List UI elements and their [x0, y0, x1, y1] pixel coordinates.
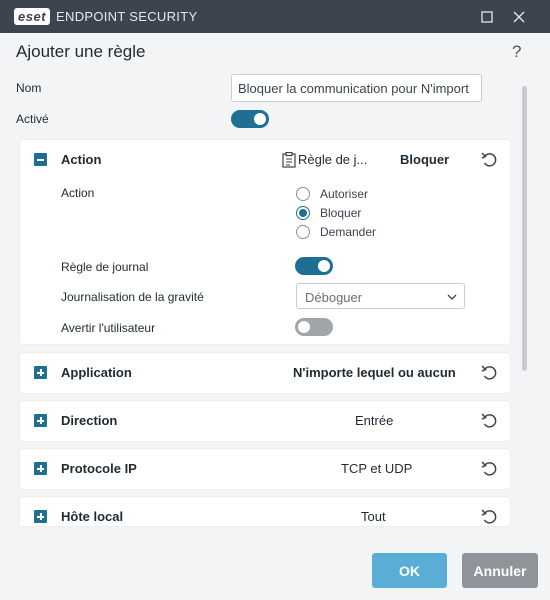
- severity-label: Journalisation de la gravité: [61, 290, 204, 304]
- radio-button[interactable]: [296, 206, 310, 220]
- chevron-down-icon: [447, 294, 457, 300]
- local-host-card[interactable]: Hôte local Tout: [20, 497, 510, 526]
- close-icon: [513, 11, 525, 22]
- toggle-knob: [318, 260, 330, 272]
- reset-icon[interactable]: [480, 412, 498, 430]
- radio-label: Demander: [320, 225, 377, 239]
- reset-icon[interactable]: [480, 508, 498, 526]
- maximize-button[interactable]: [471, 0, 503, 33]
- radio-ask[interactable]: Demander: [296, 225, 376, 239]
- eset-logo: eset ENDPOINT SECURITY: [14, 8, 197, 25]
- name-label: Nom: [16, 81, 42, 95]
- ip-protocol-card[interactable]: Protocole IP TCP et UDP: [20, 449, 510, 489]
- notify-label: Avertir l'utilisateur: [61, 321, 156, 335]
- radio-button[interactable]: [296, 225, 310, 239]
- log-rule-summary: Règle de j...: [298, 152, 368, 167]
- name-input[interactable]: [231, 74, 482, 102]
- application-card[interactable]: Application N'importe lequel ou aucun: [20, 353, 510, 393]
- toggle-knob: [298, 321, 310, 333]
- card-title: Protocole IP: [61, 461, 137, 476]
- action-label: Action: [61, 186, 95, 200]
- expand-icon[interactable]: [34, 462, 47, 475]
- close-button[interactable]: [503, 0, 535, 33]
- card-title: Direction: [61, 413, 118, 428]
- reset-icon[interactable]: [480, 151, 498, 169]
- title-bar: eset ENDPOINT SECURITY: [0, 0, 550, 33]
- card-title: Application: [61, 365, 132, 380]
- scrollbar[interactable]: [522, 86, 527, 371]
- ok-button[interactable]: OK: [372, 553, 447, 588]
- active-label: Activé: [16, 112, 49, 126]
- expand-icon[interactable]: [34, 510, 47, 523]
- direction-card[interactable]: Direction Entrée: [20, 401, 510, 441]
- toggle-knob: [254, 113, 266, 125]
- collapse-icon[interactable]: [34, 153, 47, 166]
- card-value: Tout: [361, 509, 386, 524]
- help-icon[interactable]: ?: [512, 42, 521, 62]
- action-card-title: Action: [61, 152, 102, 167]
- expand-icon[interactable]: [34, 414, 47, 427]
- maximize-icon: [481, 10, 493, 23]
- log-rule-label: Règle de journal: [61, 260, 149, 274]
- action-card: Action Règle de j... Bloquer Action Auto…: [20, 140, 510, 344]
- active-toggle[interactable]: [231, 110, 269, 128]
- reset-icon[interactable]: [480, 364, 498, 382]
- action-card-value: Bloquer: [400, 152, 450, 167]
- radio-label: Bloquer: [320, 206, 362, 220]
- severity-select[interactable]: Déboguer: [296, 283, 465, 309]
- radio-label: Autoriser: [320, 187, 369, 201]
- log-rule-toggle[interactable]: [295, 257, 333, 275]
- card-value: TCP et UDP: [341, 461, 413, 476]
- app-title: ENDPOINT SECURITY: [56, 9, 198, 24]
- card-value: Entrée: [355, 413, 394, 428]
- card-value: N'importe lequel ou aucun: [293, 365, 456, 380]
- clipboard-icon: [282, 152, 296, 168]
- action-card-header[interactable]: Action Règle de j... Bloquer: [20, 140, 510, 180]
- radio-button[interactable]: [296, 187, 310, 201]
- notify-toggle[interactable]: [295, 318, 333, 336]
- card-title: Hôte local: [61, 509, 124, 524]
- severity-value: Déboguer: [305, 290, 363, 305]
- page-title: Ajouter une règle: [16, 42, 146, 61]
- expand-icon[interactable]: [34, 366, 47, 379]
- radio-allow[interactable]: Autoriser: [296, 187, 368, 201]
- cancel-button[interactable]: Annuler: [462, 553, 538, 588]
- reset-icon[interactable]: [480, 460, 498, 478]
- logo-text: eset: [14, 8, 51, 25]
- radio-block[interactable]: Bloquer: [296, 206, 361, 220]
